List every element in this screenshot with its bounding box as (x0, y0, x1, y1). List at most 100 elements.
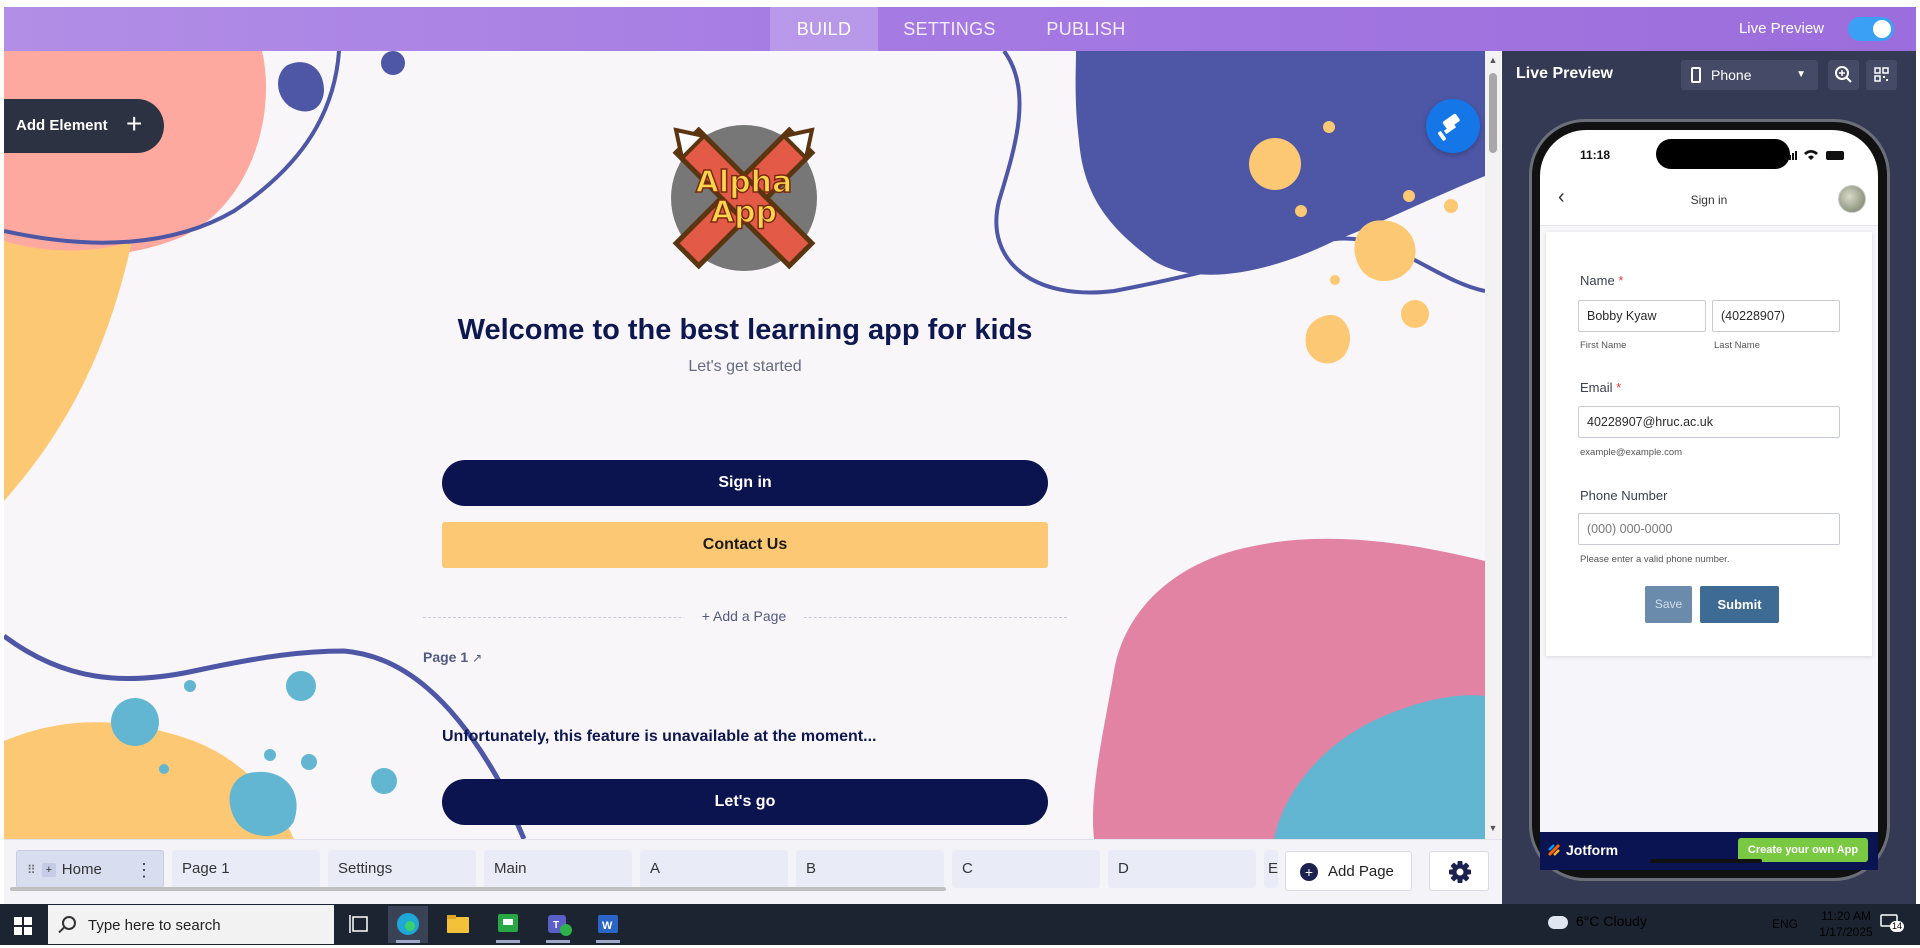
weather-widget[interactable]: 6°C Cloudy (1548, 913, 1647, 929)
language-indicator[interactable]: ENG (1772, 917, 1798, 931)
theme-brush-button[interactable] (1426, 99, 1480, 153)
page1-label: Page 1 (423, 649, 469, 665)
contact-us-button[interactable]: Contact Us (442, 522, 1048, 568)
add-page-label: Add Page (1328, 863, 1394, 880)
first-name-sublabel: First Name (1580, 340, 1627, 351)
taskbar-clock[interactable]: 11:20 AM 1/17/2025 (1808, 908, 1884, 940)
canvas-scroll-thumb[interactable] (1489, 73, 1497, 153)
add-a-page-link[interactable]: + Add a Page (684, 608, 804, 624)
phone-field-label: Phone Number (1580, 488, 1668, 503)
open-indicator (496, 940, 520, 943)
jotform-brand: Jotform (1566, 842, 1619, 858)
page-tab-home[interactable]: ⠿ + Home ⋮ (16, 850, 164, 888)
search-placeholder: Type here to search (88, 917, 221, 934)
svg-text:App: App (711, 195, 777, 230)
email-field-label: Email * (1580, 380, 1622, 395)
qr-code-button[interactable] (1866, 60, 1897, 90)
live-preview-title: Live Preview (1516, 65, 1613, 82)
add-element-label: Add Element (16, 117, 108, 134)
tab-publish[interactable]: PUBLISH (1036, 7, 1136, 51)
open-indicator (546, 940, 570, 943)
last-name-sublabel: Last Name (1714, 340, 1760, 351)
device-select-value: Phone (1711, 67, 1752, 83)
clock-time: 11:20 AM (1821, 909, 1871, 923)
jotform-logo-icon (1547, 843, 1561, 857)
save-button[interactable]: Save (1645, 586, 1692, 623)
notification-count: 14 (1890, 921, 1905, 932)
paint-roller-icon (1437, 113, 1460, 141)
svg-text:W: W (602, 920, 613, 932)
page-tab-page1[interactable]: Page 1 (172, 850, 320, 888)
first-name-input[interactable]: Bobby Kyaw (1578, 300, 1706, 332)
canvas-scrollbar[interactable] (1485, 51, 1501, 839)
weather-text: 6°C Cloudy (1576, 913, 1647, 929)
live-preview-toggle-label: Live Preview (1738, 20, 1824, 37)
dynamic-island (1656, 139, 1790, 169)
page-tab-d[interactable]: D (1108, 850, 1256, 888)
zoom-button[interactable] (1828, 60, 1859, 90)
device-select[interactable]: Phone ▼ (1681, 60, 1818, 90)
welcome-subtitle: Let's get started (688, 358, 802, 375)
phone-number-input[interactable]: (000) 000-0000 (1578, 513, 1840, 545)
phone-screen-title: Sign in (1690, 193, 1728, 207)
email-input[interactable]: 40228907@hruc.ac.uk (1578, 406, 1840, 438)
taskbar-search[interactable]: Type here to search (48, 905, 334, 944)
home-page-icon: + (41, 863, 56, 878)
unavailable-message: Unfortunately, this feature is unavailab… (442, 728, 877, 745)
email-hint: example@example.com (1580, 447, 1683, 458)
windows-start-icon[interactable] (14, 917, 32, 935)
gear-icon (1449, 861, 1471, 883)
word-icon[interactable]: W (588, 906, 628, 943)
page-tab-e[interactable]: E (1264, 850, 1278, 888)
welcome-title: Welcome to the best learning app for kid… (457, 314, 1033, 346)
clock-date: 1/17/2025 (1819, 925, 1873, 939)
add-page-button[interactable]: + Add Page (1285, 851, 1412, 891)
scroll-down-arrow[interactable]: ▼ (1487, 823, 1499, 833)
signal-wifi-battery-icon (1786, 150, 1844, 160)
search-icon (62, 916, 76, 930)
add-element-button[interactable]: Add Element + (4, 99, 164, 153)
page-settings-button[interactable] (1429, 851, 1489, 891)
page-tab-settings[interactable]: Settings (328, 850, 476, 888)
page-tab-c[interactable]: C (952, 850, 1100, 888)
alpha-app-logo: Alpha App (668, 122, 820, 274)
open-indicator (596, 940, 620, 943)
tab-settings[interactable]: SETTINGS (892, 7, 1007, 51)
page-tab-a[interactable]: A (640, 850, 788, 888)
external-link-icon: ↗ (472, 651, 483, 665)
qr-code-icon (1874, 67, 1889, 82)
submit-button[interactable]: Submit (1700, 586, 1779, 623)
live-preview-toggle[interactable] (1848, 17, 1894, 41)
last-name-input[interactable]: (40228907) (1712, 300, 1840, 332)
phone-hint: Please enter a valid phone number. (1580, 554, 1730, 565)
drag-handle-icon[interactable]: ⠿ (27, 863, 36, 877)
task-view-icon[interactable] (340, 906, 380, 943)
phone-status-time: 11:18 (1580, 148, 1611, 162)
avatar[interactable] (1838, 185, 1866, 213)
status-icons (1786, 148, 1856, 160)
tab-build[interactable]: BUILD (770, 7, 878, 51)
phone-icon (1691, 67, 1701, 83)
page-tab-label: Home (61, 861, 102, 878)
more-options-icon[interactable]: ⋮ (135, 851, 153, 889)
zoom-in-icon (1835, 66, 1852, 83)
toggle-knob (1873, 20, 1891, 38)
page-tabs-scrollbar[interactable] (10, 887, 946, 891)
file-explorer-icon[interactable] (438, 906, 478, 943)
teams-icon[interactable]: T (538, 906, 578, 943)
edge-browser-icon[interactable] (388, 906, 428, 943)
page-tab-main[interactable]: Main (484, 850, 632, 888)
name-field-label: Name * (1580, 273, 1624, 288)
sign-in-button[interactable]: Sign in (442, 460, 1048, 506)
page-tab-b[interactable]: B (796, 850, 944, 888)
chat-app-icon[interactable] (488, 906, 528, 943)
scroll-up-arrow[interactable]: ▲ (1487, 55, 1499, 65)
home-indicator (1650, 859, 1762, 863)
active-indicator (396, 940, 420, 943)
plus-circle-icon: + (1300, 863, 1318, 881)
page1-link[interactable]: Page 1 ↗ (423, 649, 482, 665)
plus-icon: + (126, 108, 143, 139)
notification-center-icon[interactable]: 14 (1880, 914, 1905, 932)
lets-go-button[interactable]: Let's go (442, 779, 1048, 825)
chevron-down-icon: ▼ (1796, 69, 1806, 80)
